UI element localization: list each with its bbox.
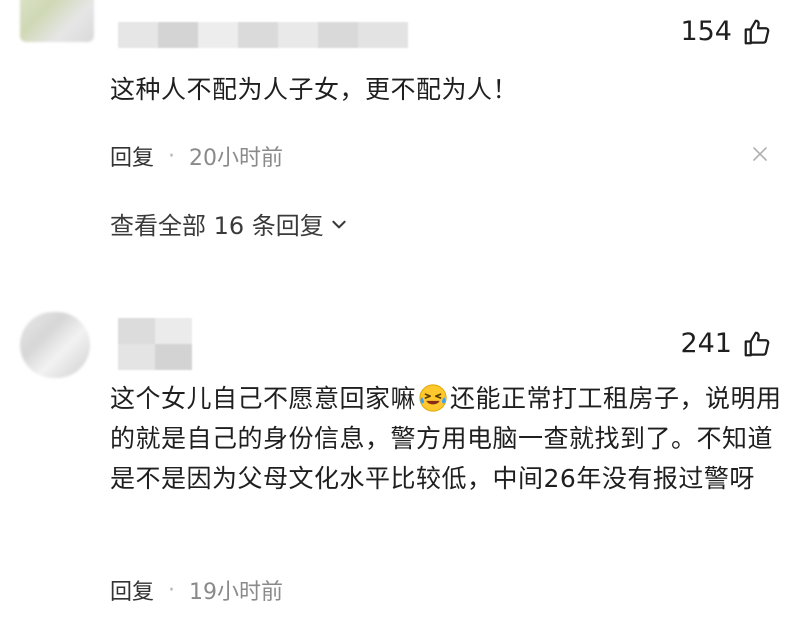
reply-button[interactable]: 回复 bbox=[110, 574, 154, 606]
view-all-replies-button[interactable]: 查看全部 16 条回复 bbox=[110, 206, 348, 241]
comment-item: 154 这种人不配为人子女，更不配为人！ 回复 · 20小时前 查看全部 16 … bbox=[0, 0, 806, 268]
view-replies-label: 查看全部 16 条回复 bbox=[110, 212, 324, 240]
comment-text-part: 这个女儿自己不愿意回家嘛 bbox=[110, 384, 417, 413]
like-count: 241 bbox=[680, 328, 732, 359]
thumbs-up-icon bbox=[744, 19, 770, 44]
comment-meta: 回复 · 19小时前 bbox=[110, 574, 283, 606]
comment-time: 19小时前 bbox=[189, 580, 284, 605]
like-button[interactable]: 154 bbox=[680, 16, 772, 47]
meta-separator: · bbox=[168, 143, 176, 169]
avatar[interactable] bbox=[20, 312, 90, 378]
comment-text: 这个女儿自己不愿意回家嘛 还能正常打工租房子，说明用的就是自己的身份信息，警方用… bbox=[110, 379, 790, 499]
close-icon[interactable] bbox=[752, 146, 768, 162]
username-blurred[interactable] bbox=[118, 22, 408, 48]
chevron-down-icon bbox=[332, 220, 346, 228]
comment-item: 241 这个女儿自己不愿意回家嘛 还能正常打工租房子，说明用的就是自己的身份信息… bbox=[0, 292, 806, 618]
thumbs-up-icon bbox=[744, 331, 770, 356]
meta-separator: · bbox=[168, 577, 176, 603]
username-blurred[interactable] bbox=[118, 318, 192, 370]
comment-time: 20小时前 bbox=[189, 146, 284, 171]
comment-text: 这种人不配为人子女，更不配为人！ bbox=[110, 75, 519, 104]
reply-button[interactable]: 回复 bbox=[110, 140, 154, 172]
like-button[interactable]: 241 bbox=[680, 328, 772, 359]
avatar[interactable] bbox=[20, 0, 94, 42]
laughing-crying-emoji-icon bbox=[419, 384, 447, 412]
like-count: 154 bbox=[680, 16, 732, 47]
comment-meta: 回复 · 20小时前 bbox=[110, 140, 283, 172]
